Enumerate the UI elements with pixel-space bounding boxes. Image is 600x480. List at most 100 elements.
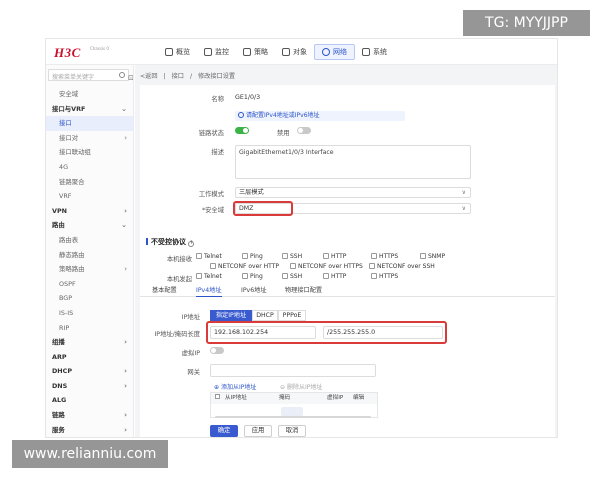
sidebar-item[interactable]: DHCP › (46, 364, 133, 379)
sidebar-item[interactable]: 接口与VRF ⌄ (46, 102, 133, 117)
recv-protocol-checkbox[interactable]: NETCONF over HTTP (210, 263, 279, 270)
tab-ipv4[interactable]: IPv4地址 (196, 285, 222, 297)
disable-toggle[interactable] (297, 127, 311, 134)
virtual-ip-toggle[interactable] (210, 347, 224, 354)
tab-ipv6[interactable]: IPv6地址 (241, 285, 267, 297)
chevron-right-icon: › (124, 381, 127, 390)
checkbox-icon (242, 253, 248, 259)
sidebar-item[interactable]: 路由表 (46, 233, 133, 248)
menu-search-input[interactable]: 搜索菜单关键字 (48, 69, 129, 81)
recv-protocol-checkbox[interactable]: NETCONF over SSH (369, 263, 435, 270)
sidebar-item[interactable]: 接口 (46, 116, 133, 131)
access-protocol-section: 不受控协议 ? (146, 237, 195, 247)
sidebar-item[interactable]: DNS › (46, 379, 133, 394)
sidebar-item[interactable]: 链路 › (46, 408, 133, 423)
sidebar-item[interactable]: VPN › (46, 204, 133, 219)
dashboard-icon (165, 48, 173, 56)
send-protocol-checkbox[interactable]: Telnet (196, 273, 222, 280)
sidebar-item[interactable]: RIP (46, 321, 133, 336)
sidebar-item[interactable]: BGP (46, 291, 133, 306)
recv-protocol-checkbox[interactable]: Ping (242, 253, 263, 260)
recv-protocol-checkbox[interactable]: Telnet (196, 253, 222, 260)
gateway-input[interactable] (210, 364, 376, 377)
name-value: GE1/0/3 (235, 94, 261, 101)
collapse-sidebar-icon[interactable]: ⊡ (128, 74, 133, 82)
watermark-bottom-left: www.relianniu.com (12, 440, 168, 468)
name-label: 名称 (211, 96, 224, 103)
chevron-right-icon: › (124, 206, 127, 215)
sidebar-item[interactable]: 接口联动组 (46, 145, 133, 160)
send-protocol-checkbox[interactable]: Ping (242, 273, 263, 280)
sidebar-item[interactable]: 策略路由 › (46, 262, 133, 277)
ip-mode-dhcp[interactable]: DHCP (252, 310, 278, 321)
sidebar-item[interactable]: VRF (46, 189, 133, 204)
ip-mask-label: IP地址/掩码长度 (154, 331, 200, 338)
col-edit: 编辑 (353, 395, 365, 401)
sidebar-item[interactable]: 路由 ⌄ (46, 218, 133, 233)
ip-hint: 请配置IPv4地址或IPv6地址 (235, 111, 405, 121)
top-header: H3C Chassis 0 概览 监控 策略 对象 网络 系统 (46, 39, 557, 65)
work-mode-select[interactable]: 三层模式 ∨ (235, 187, 471, 198)
zone-highlight (233, 201, 293, 216)
nav-network[interactable]: 网络 (314, 44, 355, 60)
chevron-down-icon: ∨ (461, 205, 466, 212)
sidebar-item[interactable]: 接口对 › (46, 131, 133, 146)
checkbox-icon (282, 273, 288, 279)
toggle-knob (211, 348, 216, 353)
ip-mode-pppoe[interactable]: PPPoE (278, 310, 306, 321)
breadcrumb: <返回 | 接口 / 修改接口设置 (140, 71, 239, 80)
edit-interface-panel: 名称 GE1/0/3 请配置IPv4地址或IPv6地址 链路状态 禁用 描述 G… (140, 85, 555, 437)
col-mask: 掩码 (279, 395, 291, 401)
local-send-label: 本机发起 (166, 276, 192, 283)
checkbox-icon (323, 273, 329, 279)
description-input[interactable]: GigabitEthernet1/0/3 Interface (235, 145, 471, 179)
ok-button[interactable]: 确定 (210, 425, 238, 437)
tab-physical[interactable]: 物理接口配置 (285, 285, 322, 297)
sidebar-item[interactable]: ALG (46, 393, 133, 408)
back-link[interactable]: <返回 (140, 73, 158, 80)
sidebar-item[interactable]: ARP (46, 350, 133, 365)
sidebar-item[interactable]: OSPF (46, 277, 133, 292)
nav-monitor[interactable]: 监控 (197, 44, 236, 60)
sidebar-item[interactable]: IS-IS (46, 306, 133, 321)
link-state-label: 链路状态 (198, 130, 224, 137)
link-state-toggle[interactable] (235, 127, 249, 134)
recv-protocol-checkbox[interactable]: SNMP (420, 253, 445, 260)
nav-policy[interactable]: 策略 (236, 44, 275, 60)
recv-protocol-checkbox[interactable]: NETCONF over HTTPS (290, 263, 363, 270)
recv-protocol-checkbox[interactable]: HTTP (323, 253, 346, 260)
search-placeholder: 搜索菜单关键字 (52, 74, 95, 81)
recv-protocol-checkbox[interactable]: SSH (282, 253, 302, 260)
delete-icon: ⊖ (280, 384, 287, 391)
recv-protocol-checkbox[interactable]: HTTPS (371, 253, 398, 260)
sidebar-item[interactable]: 服务 › (46, 423, 133, 437)
chevron-down-icon: ⌄ (121, 104, 127, 113)
send-protocol-checkbox[interactable]: SSH (282, 273, 302, 280)
nav-system[interactable]: 系统 (355, 44, 394, 60)
sidebar-item[interactable]: 4G (46, 160, 133, 175)
breadcrumb-interface[interactable]: 接口 (172, 73, 184, 80)
search-icon[interactable] (119, 72, 125, 78)
sidebar-item[interactable]: 安全域 (46, 87, 133, 102)
table-scrollbar[interactable] (215, 416, 371, 418)
nav-object[interactable]: 对象 (275, 44, 314, 60)
chevron-right-icon: › (124, 133, 127, 142)
send-protocol-checkbox[interactable]: HTTP (323, 273, 346, 280)
send-protocol-checkbox[interactable]: HTTPS (371, 273, 398, 280)
help-icon[interactable]: ? (188, 241, 195, 247)
apply-button[interactable]: 应用 (244, 425, 272, 437)
h3c-logo: H3C (54, 45, 81, 60)
chevron-right-icon: › (124, 411, 127, 420)
ip-mode-static[interactable]: 指定IP地址 (210, 310, 252, 321)
delete-secondary-ip-link: ⊖ 删除从IP地址 (280, 384, 323, 391)
add-secondary-ip-link[interactable]: ⊕ 添加从IP地址 (214, 382, 256, 391)
checkbox-icon (242, 273, 248, 279)
sidebar-item[interactable]: 链路聚合 (46, 175, 133, 190)
tab-basic[interactable]: 基本配置 (152, 285, 177, 297)
chevron-right-icon: › (124, 367, 127, 376)
nav-overview[interactable]: 概览 (158, 44, 197, 60)
sidebar-item[interactable]: 组播 › (46, 335, 133, 350)
cancel-button[interactable]: 取消 (278, 425, 306, 437)
system-icon (362, 48, 370, 56)
sidebar-item[interactable]: 静态路由 (46, 248, 133, 263)
